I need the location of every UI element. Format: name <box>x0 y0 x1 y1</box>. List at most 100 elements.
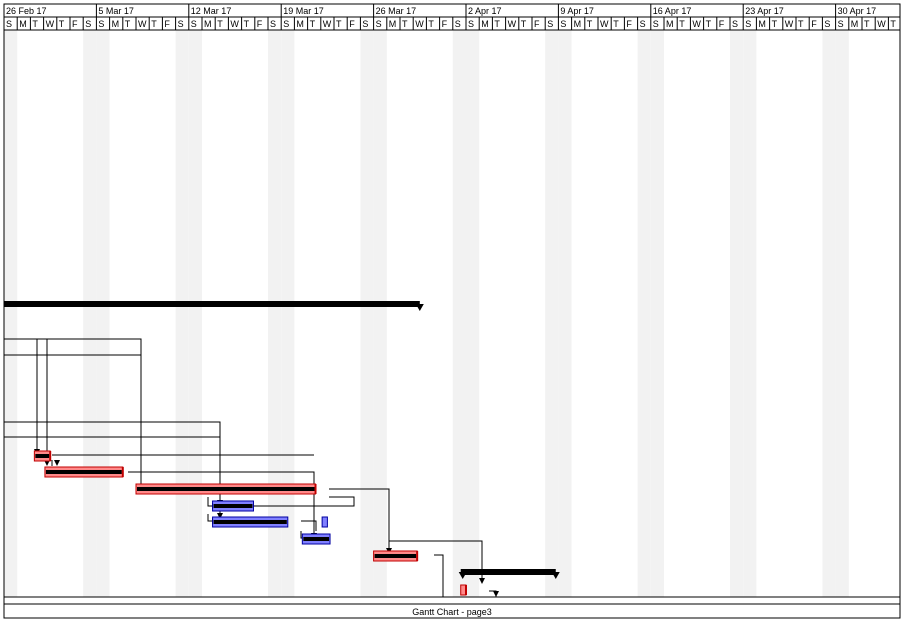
day-label: T <box>521 19 527 29</box>
day-label: M <box>389 19 397 29</box>
weekend-column <box>743 30 757 597</box>
day-label: S <box>283 19 289 29</box>
day-label: S <box>547 19 553 29</box>
day-label: T <box>151 19 157 29</box>
week-label: 16 Apr 17 <box>653 6 692 16</box>
week-label: 9 Apr 17 <box>560 6 594 16</box>
summary-bar <box>4 301 420 307</box>
weekend-column <box>730 30 744 597</box>
footer-label: Gantt Chart - page3 <box>412 607 492 617</box>
day-label: W <box>138 19 147 29</box>
week-label: 19 Mar 17 <box>283 6 324 16</box>
week-label: 30 Apr 17 <box>838 6 877 16</box>
day-label: M <box>574 19 582 29</box>
day-label: S <box>824 19 830 29</box>
day-label: T <box>217 19 223 29</box>
day-label: T <box>59 19 65 29</box>
week-label: 26 Mar 17 <box>376 6 417 16</box>
day-label: S <box>640 19 646 29</box>
day-label: S <box>653 19 659 29</box>
day-label: T <box>125 19 131 29</box>
day-label: S <box>362 19 368 29</box>
day-label: F <box>349 19 355 29</box>
week-label: 12 Mar 17 <box>191 6 232 16</box>
day-label: M <box>758 19 766 29</box>
normal-task-bar <box>321 516 328 528</box>
dependency-arrow <box>54 460 60 466</box>
day-label: W <box>692 19 701 29</box>
day-label: T <box>336 19 342 29</box>
day-label: S <box>98 19 104 29</box>
weekend-shading <box>4 30 849 597</box>
day-label: S <box>468 19 474 29</box>
timescale-header: 26 Feb 17 5 Mar 17 12 Mar 17 19 Mar 17 26 Ma… <box>3 3 901 31</box>
week-label: 2 Apr 17 <box>468 6 502 16</box>
progress-bar <box>374 554 417 558</box>
day-label: T <box>310 19 316 29</box>
day-label: M <box>666 19 674 29</box>
day-label: F <box>442 19 448 29</box>
dependency-link <box>4 338 142 486</box>
day-label: W <box>508 19 517 29</box>
weekend-column <box>175 30 189 597</box>
week-label: 5 Mar 17 <box>98 6 134 16</box>
weekend-column <box>822 30 836 597</box>
weekend-column <box>4 30 18 597</box>
day-label: T <box>706 19 712 29</box>
weekend-column <box>650 30 664 597</box>
day-label: W <box>877 19 886 29</box>
gantt-chart-page: 26 Feb 17 5 Mar 17 12 Mar 17 19 Mar 17 26 Ma… <box>0 0 906 624</box>
dependency-arrow <box>493 591 499 597</box>
dependency-link <box>434 554 444 597</box>
day-label: F <box>719 19 725 29</box>
weekend-column <box>558 30 572 597</box>
day-label: S <box>376 19 382 29</box>
chart-frame <box>3 3 901 619</box>
weekend-column <box>281 30 295 597</box>
day-label: M <box>112 19 120 29</box>
chart-border <box>3 3 901 598</box>
week-label: 26 Feb 17 <box>6 6 47 16</box>
day-label: W <box>785 19 794 29</box>
day-label: M <box>481 19 489 29</box>
weekend-column <box>466 30 480 597</box>
day-label: T <box>798 19 804 29</box>
weekend-column <box>360 30 374 597</box>
day-label: T <box>613 19 619 29</box>
day-label: T <box>864 19 870 29</box>
day-label: W <box>323 19 332 29</box>
weekend-column <box>545 30 559 597</box>
weekend-column <box>835 30 849 597</box>
day-label: S <box>85 19 91 29</box>
weekend-column <box>188 30 202 597</box>
week-label: 23 Apr 17 <box>745 6 784 16</box>
day-label: F <box>72 19 78 29</box>
day-label: S <box>455 19 461 29</box>
page-footer: Gantt Chart - page3 <box>412 607 492 617</box>
progress-bar <box>35 454 50 458</box>
day-label: S <box>745 19 751 29</box>
day-label: T <box>32 19 38 29</box>
day-label: W <box>46 19 55 29</box>
day-label: F <box>534 19 540 29</box>
weekend-column <box>637 30 651 597</box>
day-label: S <box>191 19 197 29</box>
day-label: F <box>811 19 817 29</box>
day-label: S <box>6 19 12 29</box>
weekend-column <box>83 30 97 597</box>
day-label: T <box>428 19 434 29</box>
day-label: W <box>415 19 424 29</box>
day-label: M <box>19 19 27 29</box>
day-label: S <box>732 19 738 29</box>
day-label: F <box>626 19 632 29</box>
day-label: W <box>230 19 239 29</box>
summary-bar <box>460 569 556 575</box>
day-label: S <box>560 19 566 29</box>
weekend-column <box>96 30 110 597</box>
progress-bar <box>213 504 253 508</box>
day-label: T <box>772 19 778 29</box>
day-label: F <box>164 19 170 29</box>
day-label: S <box>270 19 276 29</box>
day-label: T <box>494 19 500 29</box>
summary-end-marker <box>415 304 424 311</box>
